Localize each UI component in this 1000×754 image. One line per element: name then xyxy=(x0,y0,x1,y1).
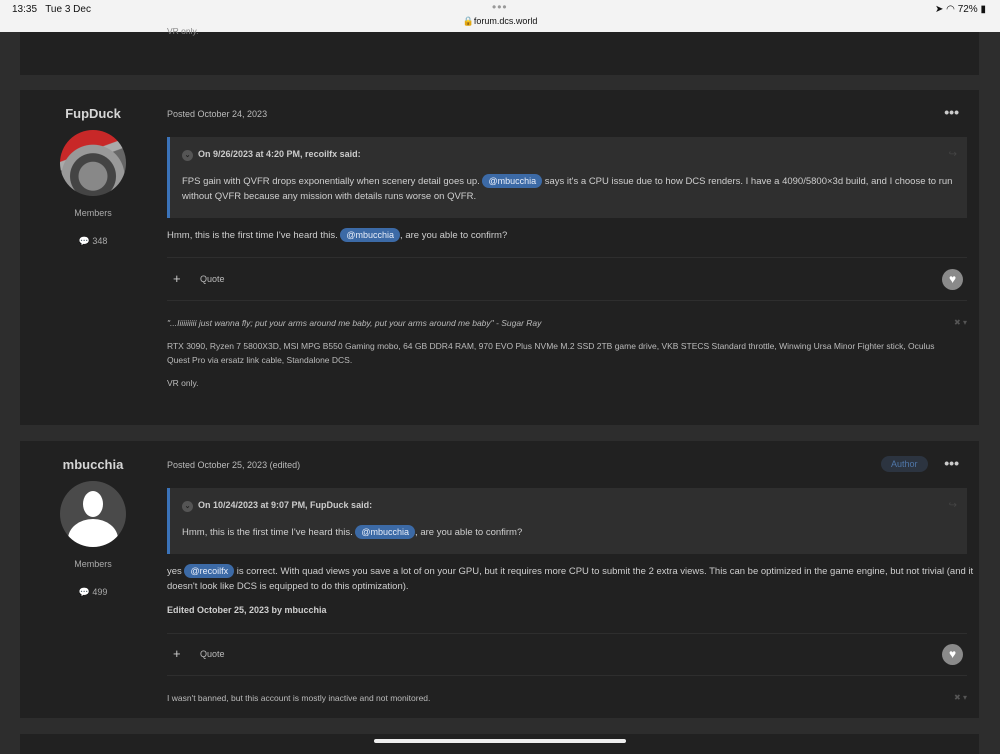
author-name[interactable]: mbucchia xyxy=(20,457,166,472)
plus-icon[interactable]: + xyxy=(173,271,181,286)
previous-post: VR only. xyxy=(20,26,979,75)
post-body: Hmm, this is the first time I've heard t… xyxy=(167,228,508,242)
tab-dots-icon[interactable]: ••• xyxy=(492,0,508,14)
comment-icon: 💬 xyxy=(78,587,90,597)
post-fupduck: FupDuck Members 💬 348 Posted October 24,… xyxy=(20,90,979,425)
author-role: Members xyxy=(74,559,112,569)
mention-link[interactable]: @mbucchia xyxy=(482,174,543,188)
post-count: 💬 348 xyxy=(78,236,108,246)
avatar[interactable] xyxy=(60,130,126,196)
post-count: 💬 499 xyxy=(78,587,108,597)
author-panel: mbucchia Members 💬 499 xyxy=(20,441,166,598)
share-icon[interactable]: ↪ xyxy=(949,498,957,513)
divider xyxy=(167,633,967,634)
post-date: Posted October 25, 2023 (edited) xyxy=(167,460,301,470)
mention-link[interactable]: @mbucchia xyxy=(340,228,401,242)
hide-signature-icon[interactable]: ✖ ▾ xyxy=(954,318,967,327)
signature-specs: RTX 3090, Ryzen 7 5800X3D, MSI MPG B550 … xyxy=(167,341,935,365)
hide-signature-icon[interactable]: ✖ ▾ xyxy=(954,693,967,702)
status-time: 13:35 Tue 3 Dec xyxy=(12,4,91,15)
quote-header: On 9/26/2023 at 4:20 PM, recoilfx said: xyxy=(198,149,361,159)
quote-button[interactable]: Quote xyxy=(200,274,225,284)
quote-text: Hmm, this is the first time I've heard t… xyxy=(182,525,523,539)
share-icon[interactable]: ↪ xyxy=(949,147,957,162)
signature-note: I wasn't banned, but this account is mos… xyxy=(167,693,431,703)
status-right: ➤ ◠ 72% ▮ xyxy=(935,4,986,15)
mention-link[interactable]: @mbucchia xyxy=(355,525,416,539)
chevron-down-icon[interactable]: ⌄ xyxy=(182,501,193,512)
more-options-icon[interactable]: ••• xyxy=(944,455,959,471)
divider xyxy=(167,257,967,258)
post-body: yes @recoilfx is correct. With quad view… xyxy=(167,564,974,592)
quote-block: ⌄ On 9/26/2023 at 4:20 PM, recoilfx said:… xyxy=(167,137,967,218)
author-badge: Author xyxy=(881,456,928,472)
signature-quote: "...Iiiiiiiiii just wanna fly; put your … xyxy=(167,318,542,328)
divider xyxy=(167,300,967,301)
quote-header: On 10/24/2023 at 9:07 PM, FupDuck said: xyxy=(198,500,373,510)
author-panel: FupDuck Members 💬 348 xyxy=(20,90,166,247)
more-options-icon[interactable]: ••• xyxy=(944,104,959,120)
location-icon: ➤ xyxy=(935,4,944,15)
edited-note: Edited October 25, 2023 by mbucchia xyxy=(167,605,327,615)
quote-block: ⌄ On 10/24/2023 at 9:07 PM, FupDuck said:… xyxy=(167,488,967,554)
divider xyxy=(167,675,967,676)
heart-icon[interactable]: ♥ xyxy=(942,644,963,665)
post-date: Posted October 24, 2023 xyxy=(167,109,268,119)
author-role: Members xyxy=(74,208,112,218)
battery-icon: ▮ xyxy=(980,4,986,15)
comment-icon: 💬 xyxy=(78,236,90,246)
signature-note: VR only. xyxy=(167,378,199,388)
plus-icon[interactable]: + xyxy=(173,646,181,661)
next-post xyxy=(20,734,979,754)
wifi-icon: ◠ xyxy=(946,4,955,15)
mention-link[interactable]: @recoilfx xyxy=(184,564,235,578)
quote-text: FPS gain with QVFR drops exponentially w… xyxy=(182,174,953,202)
avatar[interactable] xyxy=(60,481,126,547)
author-name[interactable]: FupDuck xyxy=(20,106,166,121)
home-indicator[interactable] xyxy=(374,739,626,743)
post-mbucchia: mbucchia Members 💬 499 Posted October 25… xyxy=(20,441,979,718)
chevron-down-icon[interactable]: ⌄ xyxy=(182,150,193,161)
quote-button[interactable]: Quote xyxy=(200,649,225,659)
heart-icon[interactable]: ♥ xyxy=(942,269,963,290)
